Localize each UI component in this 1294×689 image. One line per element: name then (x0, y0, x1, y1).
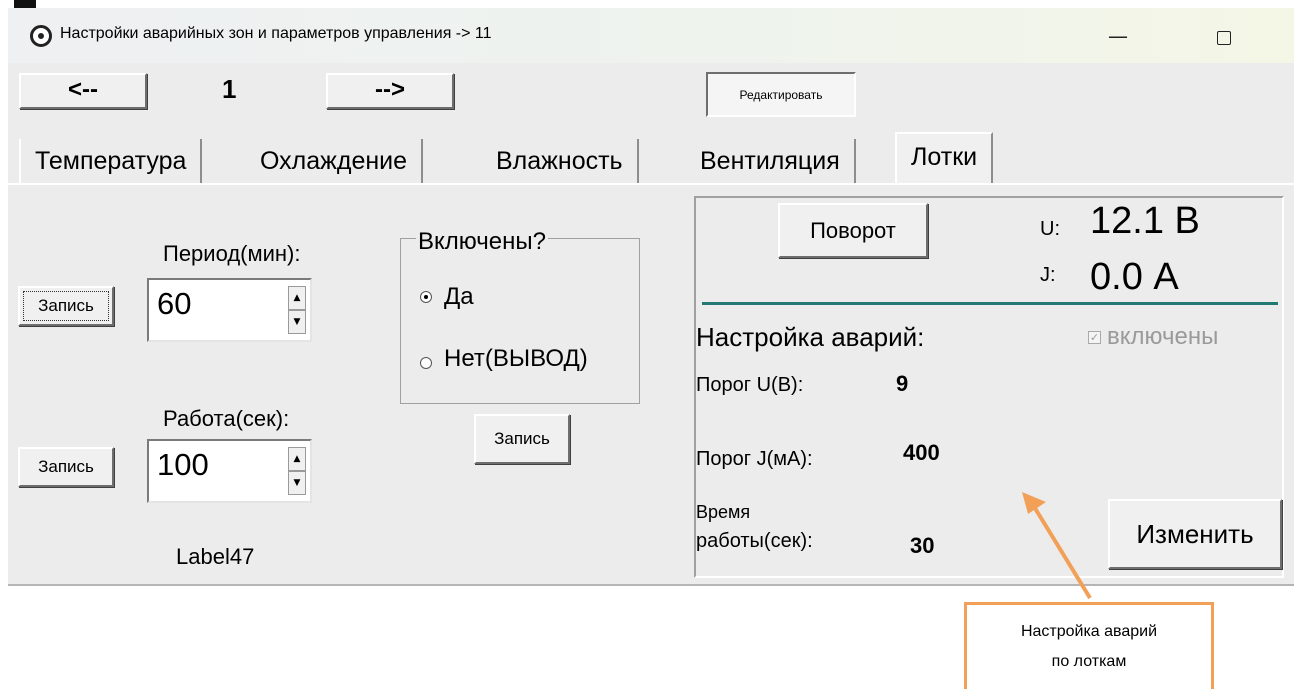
window-title: Настройки аварийных зон и параметров упр… (60, 25, 492, 42)
tab-temperature[interactable]: Температура (19, 139, 203, 183)
edit-button[interactable]: Редактировать (706, 72, 856, 117)
next-page-button[interactable]: --> (326, 73, 454, 109)
enabled-groupbox (400, 238, 640, 404)
radio-yes[interactable] (420, 291, 432, 303)
spin-down-icon[interactable]: ▼ (288, 310, 306, 334)
j-threshold-label: Порог J(мА): (696, 448, 813, 470)
title-bar: Настройки аварийных зон и параметров упр… (8, 8, 1294, 63)
callout-arrow-icon (1022, 492, 1092, 600)
app-icon (30, 25, 52, 47)
voltage-value: 12.1 В (1090, 200, 1200, 242)
tab-cooling[interactable]: Охлаждение (246, 139, 424, 183)
alarm-settings-header: Настройка аварий: (696, 322, 925, 352)
write-period-button[interactable]: Запись (18, 286, 114, 326)
u-threshold-label: Порог U(В): (696, 374, 804, 396)
tab-ventilation[interactable]: Вентиляция (686, 139, 856, 183)
callout-line2: по лоткам (1051, 653, 1127, 670)
radio-no[interactable] (420, 357, 432, 369)
period-stepper[interactable]: 60 ▲ ▼ (147, 278, 312, 342)
cut-off-heading-fragment (14, 0, 36, 8)
u-threshold-value: 9 (896, 371, 909, 396)
worktime-label-line1: Время (696, 502, 751, 522)
page-number: 1 (222, 74, 237, 104)
spin-up-icon[interactable]: ▲ (288, 447, 306, 471)
radio-yes-label[interactable]: Да (444, 283, 474, 311)
enabled-checkbox[interactable]: ✓ (1088, 331, 1101, 344)
maximize-icon[interactable] (1201, 18, 1247, 54)
label47: Label47 (176, 544, 255, 569)
tab-humidity[interactable]: Влажность (482, 139, 639, 183)
callout-box: Настройка аварий по лоткам (964, 602, 1214, 689)
enabled-group-title: Включены? (416, 228, 548, 256)
period-value: 60 (157, 286, 192, 321)
radio-no-label[interactable]: Нет(ВЫВОД) (444, 345, 588, 373)
change-button[interactable]: Изменить (1108, 499, 1282, 569)
period-label: Период(мин): (163, 241, 301, 266)
worktime-label-line2: работы(сек): (696, 530, 813, 552)
work-label: Работа(сек): (163, 406, 290, 431)
work-value: 100 (157, 447, 209, 482)
write-work-button[interactable]: Запись (18, 447, 114, 487)
write-enabled-button[interactable]: Запись (474, 414, 570, 464)
minimize-icon[interactable]: — (1095, 18, 1141, 54)
voltage-label: U: (1040, 218, 1060, 240)
worktime-value: 30 (910, 533, 935, 558)
tabs-divider (8, 183, 1294, 185)
rotate-button[interactable]: Поворот (778, 203, 928, 258)
j-threshold-value: 400 (903, 440, 940, 465)
callout-line1: Настройка аварий (1020, 623, 1158, 640)
current-value: 0.0 А (1090, 256, 1179, 298)
spin-up-icon[interactable]: ▲ (288, 286, 306, 310)
tab-trays[interactable]: Лотки (895, 132, 994, 183)
enabled-checkbox-label[interactable]: включены (1107, 323, 1218, 351)
current-label: J: (1040, 264, 1056, 286)
separator-line (702, 302, 1278, 305)
work-stepper[interactable]: 100 ▲ ▼ (147, 439, 312, 503)
spin-down-icon[interactable]: ▼ (288, 471, 306, 495)
prev-page-button[interactable]: <-- (19, 73, 147, 109)
